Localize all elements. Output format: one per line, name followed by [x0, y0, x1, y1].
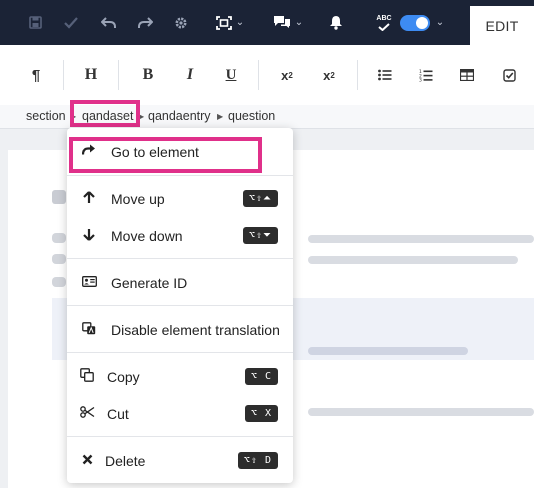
breadcrumb-item-section[interactable]: section — [26, 105, 66, 128]
menu-item-generate-id[interactable]: Generate ID — [67, 264, 293, 301]
menu-item-label: Delete — [105, 452, 146, 469]
tab-edit[interactable]: EDIT — [470, 6, 534, 45]
save-icon[interactable] — [24, 0, 46, 45]
copy-icon — [79, 368, 95, 385]
toolbar-divider — [258, 60, 259, 90]
breadcrumb-item-qandaentry[interactable]: qandaentry — [148, 105, 211, 128]
comments-icon — [273, 16, 290, 28]
undo-icon[interactable] — [97, 0, 119, 45]
superscript-base: x — [281, 67, 289, 83]
shortcut-badge: ⌥ X — [244, 405, 278, 422]
menu-item-delete[interactable]: Delete ⌥⇧ D — [67, 442, 293, 479]
menu-divider — [67, 352, 293, 353]
shortcut-badge: ⌥ C — [244, 368, 278, 385]
menu-item-label: Generate ID — [111, 274, 188, 291]
bold-button[interactable]: B — [138, 45, 158, 105]
table-icon[interactable] — [458, 45, 476, 105]
menu-item-move-up[interactable]: Move up ⌥⇧⏶ — [67, 180, 293, 217]
numbered-list-icon[interactable]: 123 — [417, 45, 435, 105]
heading-button[interactable]: H — [81, 45, 101, 105]
subscript-button[interactable]: x2 — [318, 45, 340, 105]
svg-text:3: 3 — [419, 77, 422, 81]
id-card-icon — [81, 275, 97, 290]
breadcrumb-item-question[interactable]: question — [228, 105, 275, 128]
format-toolbar: ¶ H B I U x2 x2 123 — [0, 45, 534, 106]
toolbar-divider — [118, 60, 119, 90]
bulleted-list-icon[interactable] — [376, 45, 394, 105]
paragraph-button[interactable]: ¶ — [26, 45, 46, 105]
scissors-icon — [79, 406, 95, 421]
shortcut-badge: ⌥⇧ D — [237, 452, 278, 469]
superscript-mark: 2 — [288, 70, 293, 80]
menu-divider — [67, 305, 293, 306]
chevron-down-icon: ⌄ — [235, 17, 245, 28]
top-toolbar: ⌄ ⌄ ABC ⌄ EDIT — [0, 0, 534, 45]
bell-icon[interactable] — [326, 0, 346, 45]
close-icon — [79, 453, 95, 468]
highlight-box-breadcrumb — [70, 100, 140, 127]
shortcut-badge: ⌥⇧⏷ — [242, 227, 278, 244]
spellcheck-label: ABC — [376, 14, 392, 22]
chevron-down-icon[interactable]: ⌄ — [432, 0, 448, 45]
spellcheck-toggle[interactable] — [398, 0, 432, 45]
underline-button[interactable]: U — [221, 45, 241, 105]
menu-item-label: Copy — [107, 368, 140, 385]
subscript-mark: 2 — [330, 70, 335, 80]
superscript-button[interactable]: x2 — [276, 45, 298, 105]
spellcheck-icon: ABC — [374, 0, 394, 45]
gear-icon[interactable] — [170, 0, 192, 45]
menu-item-move-down[interactable]: Move down ⌥⇧⏷ — [67, 217, 293, 254]
menu-item-label: Move down — [111, 227, 183, 244]
shortcut-badge: ⌥⇧⏶ — [242, 190, 278, 207]
toolbar-divider — [357, 60, 358, 90]
menu-item-cut[interactable]: Cut ⌥ X — [67, 395, 293, 432]
menu-item-label: Cut — [107, 405, 129, 422]
toolbar-divider — [63, 60, 64, 90]
menu-item-copy[interactable]: Copy ⌥ C — [67, 358, 293, 395]
menu-divider — [67, 175, 293, 176]
arrow-up-icon — [81, 190, 97, 207]
checklist-icon[interactable] — [500, 45, 518, 105]
menu-divider — [67, 436, 293, 437]
comments-menu[interactable]: ⌄ — [270, 0, 306, 45]
breadcrumb-separator-icon: ▶ — [217, 112, 224, 121]
redo-icon[interactable] — [134, 0, 156, 45]
menu-item-disable-translation[interactable]: Disable element translation — [67, 311, 293, 348]
context-menu: Go to element Move up ⌥⇧⏶ Move down ⌥⇧⏷ … — [67, 128, 293, 483]
fit-screen-icon — [215, 15, 232, 30]
menu-item-label: Move up — [111, 190, 165, 207]
italic-button[interactable]: I — [180, 45, 200, 105]
translate-icon — [81, 321, 97, 338]
arrow-down-icon — [81, 228, 97, 244]
highlight-box-go-to-element — [69, 137, 262, 173]
chevron-down-icon: ⌄ — [294, 17, 304, 28]
subscript-base: x — [323, 67, 331, 83]
menu-item-label: Disable element translation — [111, 321, 280, 338]
fit-screen-menu[interactable]: ⌄ — [212, 0, 248, 45]
check-icon[interactable] — [60, 0, 82, 45]
menu-divider — [67, 258, 293, 259]
